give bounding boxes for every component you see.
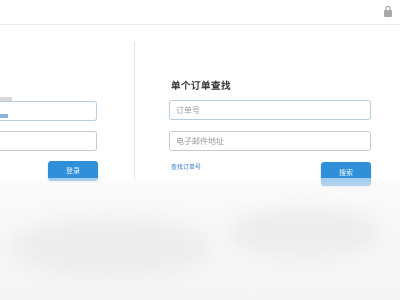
email-field[interactable]: 电子邮件地址 [169,131,371,151]
order-number-field[interactable]: 订单号 [169,100,371,120]
lock-icon [384,5,392,17]
login-username-field[interactable] [0,101,97,121]
column-divider [134,42,135,182]
blur-shape [10,218,210,278]
blur-shape [230,208,380,258]
order-lookup-title: 单个订单查找 [171,81,232,92]
login-password-field[interactable] [0,131,97,151]
order-number-placeholder: 订单号 [176,105,200,115]
email-placeholder: 电子邮件地址 [176,136,224,146]
autofill-link[interactable] [0,114,8,118]
find-order-number-link[interactable]: 查找订单号 [171,162,201,171]
blurred-region [0,178,400,300]
top-bar [0,0,400,25]
